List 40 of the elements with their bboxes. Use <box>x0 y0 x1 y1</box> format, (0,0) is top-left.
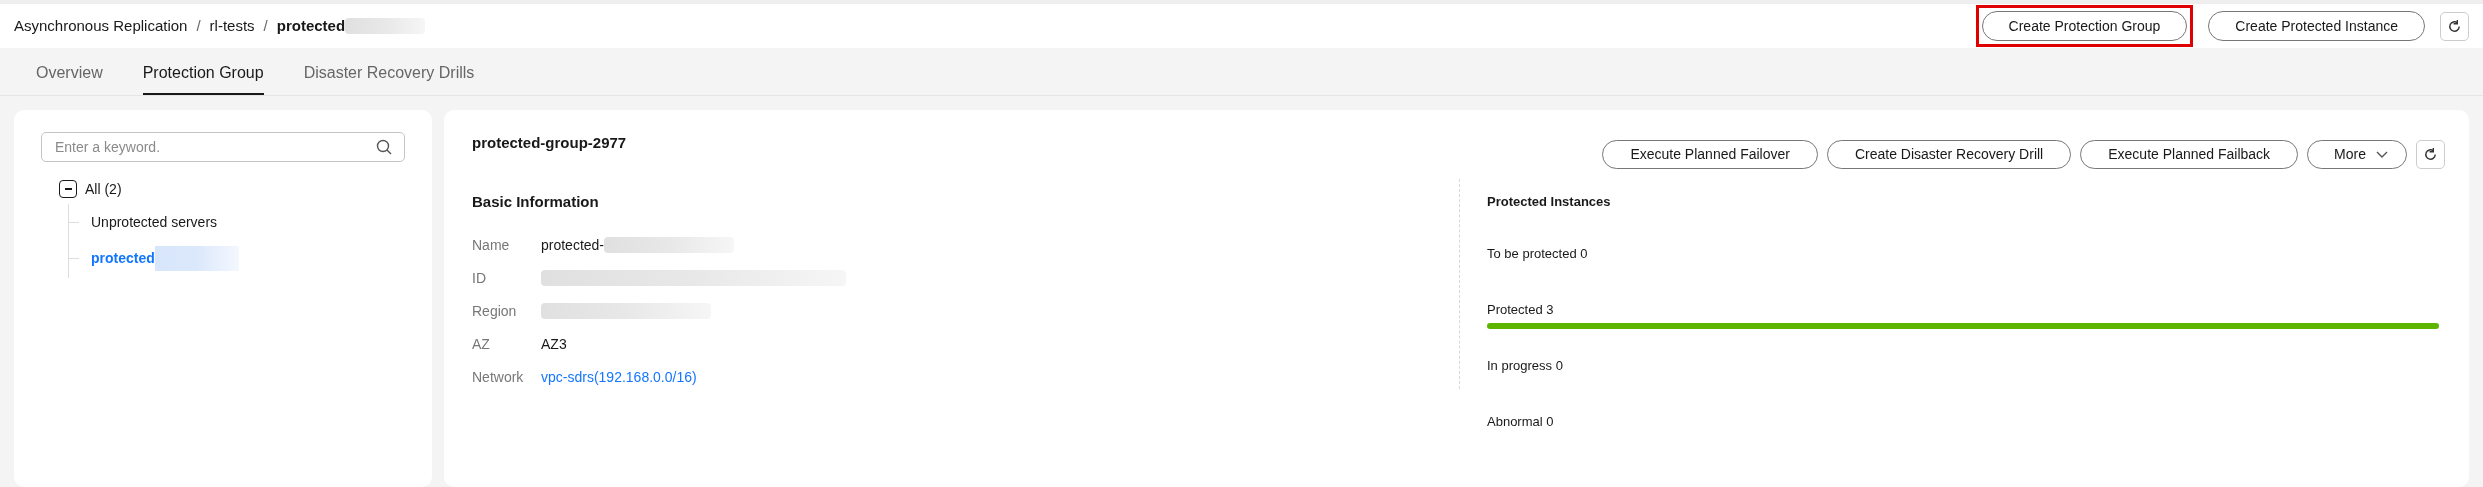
action-button[interactable]: Execute Planned Failback <box>2080 140 2299 169</box>
field-label: AZ <box>472 334 491 354</box>
field-label: ID <box>472 268 487 288</box>
group-title: protected-group-2977 <box>472 133 627 153</box>
tab[interactable]: Disaster Recovery Drills <box>303 61 475 95</box>
tree-item[interactable]: protected <box>91 247 155 269</box>
tab[interactable]: Protection Group <box>142 61 264 95</box>
tree-item[interactable]: All (2) <box>85 178 122 200</box>
field-label: Region <box>472 301 518 321</box>
breadcrumb-separator: / <box>196 15 201 36</box>
field-label: Name <box>472 235 511 255</box>
field-value: protected- <box>541 235 605 255</box>
section-title: Basic Information <box>472 192 600 212</box>
search-icon[interactable] <box>376 139 392 155</box>
tree-item[interactable]: Unprotected servers <box>91 211 218 233</box>
refresh-button[interactable] <box>2440 11 2469 41</box>
stat-label: In progress 0 <box>1487 356 1564 375</box>
network-link[interactable]: vpc-sdrs(192.168.0.0/16) <box>541 366 697 388</box>
create-button[interactable]: Create Protection Group <box>1981 11 2188 41</box>
stat-label: Protected 3 <box>1487 300 1555 319</box>
section-title: Protected Instances <box>1487 193 1612 211</box>
breadcrumb-item: protected <box>276 15 346 36</box>
refresh-icon <box>2423 147 2438 162</box>
search-field[interactable]: Enter a keyword. <box>41 132 405 162</box>
action-button[interactable]: Create Disaster Recovery Drill <box>1826 140 2072 169</box>
collapse-icon[interactable] <box>59 180 77 198</box>
field-value: AZ3 <box>541 334 567 354</box>
refresh-icon <box>2447 18 2462 34</box>
breadcrumb-item[interactable]: Asynchronous Replication <box>14 14 188 38</box>
more-button[interactable]: More <box>2307 140 2407 169</box>
stat-label: To be protected 0 <box>1487 244 1589 263</box>
field-label: Network <box>472 367 525 387</box>
breadcrumb-separator: / <box>263 15 268 36</box>
breadcrumb-item[interactable]: rl-tests <box>209 14 255 38</box>
chevron-down-icon <box>2376 150 2388 159</box>
stat-label: Abnormal 0 <box>1487 412 1555 431</box>
tab[interactable]: Overview <box>36 61 103 95</box>
action-button[interactable]: Execute Planned Failover <box>1602 140 1818 169</box>
create-button[interactable]: Create Protected Instance <box>2208 11 2425 41</box>
refresh-button[interactable] <box>2416 140 2445 169</box>
